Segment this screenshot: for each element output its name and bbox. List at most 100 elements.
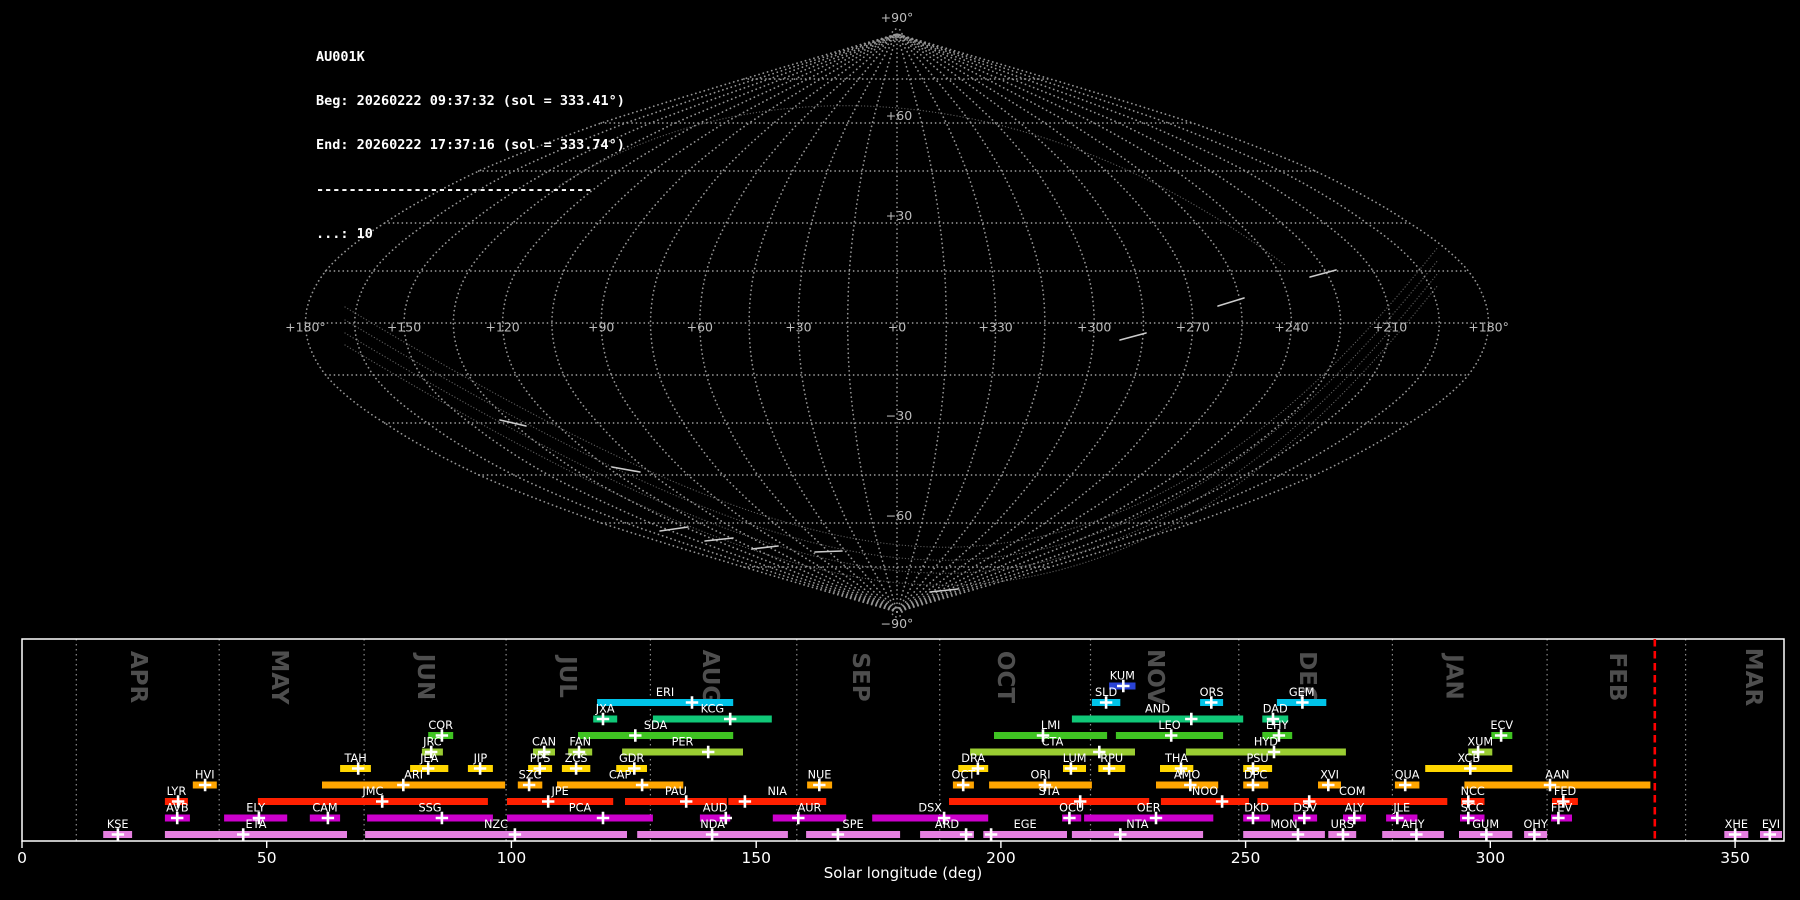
shower-bar-ETA <box>164 831 347 838</box>
lon-label-1: +150 <box>387 320 421 335</box>
shower-label-KUM: KUM <box>1110 670 1135 683</box>
shower-label-LUM: LUM <box>1063 752 1087 765</box>
shower-label-SDA: SDA <box>644 719 668 732</box>
shower-label-QUA: QUA <box>1395 769 1420 782</box>
shower-label-DAD: DAD <box>1263 703 1288 716</box>
header-divider: ---------------------------------- <box>316 181 593 198</box>
shower-label-ELY: ELY <box>246 802 265 815</box>
shower-bar-SDA <box>578 732 734 739</box>
x-tick-label-250: 250 <box>1231 849 1261 867</box>
south-pole-label: −90° <box>881 616 914 631</box>
shower-label-JPE: JPE <box>550 785 568 798</box>
shower-label-ORI: ORI <box>1030 769 1050 782</box>
lon-label-11: +210 <box>1373 320 1407 335</box>
shower-label-MON: MON <box>1270 818 1297 831</box>
lon-label-0: +180° <box>285 320 326 335</box>
shower-bar-SSG <box>367 814 493 822</box>
shower-label-NZC: NZC <box>484 818 508 831</box>
shower-label-SSG: SSG <box>418 802 441 815</box>
shower-label-XUM: XUM <box>1467 736 1493 749</box>
shower-label-XHE: XHE <box>1725 818 1748 831</box>
plot-canvas: AU001K Beg: 20260222 09:37:32 (sol = 333… <box>0 0 1800 900</box>
shower-label-NTA: NTA <box>1126 818 1148 831</box>
shower-label-JEA: JEA <box>419 752 438 765</box>
lon-label-10: +240 <box>1274 320 1308 335</box>
lat-label-0: +60 <box>886 108 912 123</box>
obs-end-line: End: 20260222 17:37:16 (sol = 333.74°) <box>316 137 625 154</box>
lat-label-3: −60 <box>886 508 912 523</box>
month-label-MAR: MAR <box>1740 648 1766 707</box>
lon-label-9: +270 <box>1176 320 1210 335</box>
shower-label-EGE: EGE <box>1014 818 1037 831</box>
month-label-FEB: FEB <box>1604 653 1630 702</box>
shower-bar-NOO <box>1160 798 1249 805</box>
shower-bar-STA <box>949 798 1150 805</box>
shower-label-URS: URS <box>1331 818 1354 831</box>
month-label-SEP: SEP <box>847 652 873 701</box>
radiant-drift-mark <box>751 545 779 550</box>
shower-label-AUD: AUD <box>703 802 728 815</box>
shower-label-COR: COR <box>428 719 453 732</box>
shower-label-ZCS: ZCS <box>565 752 588 765</box>
peak-marker-EGE <box>984 828 998 841</box>
x-tick-label-50: 50 <box>257 849 277 867</box>
shower-label-DKD: DKD <box>1244 802 1269 815</box>
lon-label-12: +180° <box>1468 320 1509 335</box>
radiant-drift-mark <box>1217 297 1245 307</box>
shower-label-HVI: HVI <box>195 769 215 782</box>
x-ticks-group <box>21 841 1736 848</box>
x-tick-label-100: 100 <box>497 849 527 867</box>
shower-label-PER: PER <box>672 736 694 749</box>
shower-label-XCB: XCB <box>1458 752 1481 765</box>
peak-marker-ERI <box>685 696 699 709</box>
shower-label-ARI: ARI <box>404 769 423 782</box>
radiant-drift-mark <box>611 466 641 473</box>
shower-bar-DSX <box>872 814 989 822</box>
shower-label-EVI: EVI <box>1762 818 1780 831</box>
header-info: AU001K Beg: 20260222 09:37:32 (sol = 333… <box>316 20 625 272</box>
shower-label-OER: OER <box>1137 802 1161 815</box>
shower-bar-AUR <box>772 814 847 822</box>
x-tick-label-200: 200 <box>986 849 1016 867</box>
shower-label-EHY: EHY <box>1266 719 1289 732</box>
shower-label-NDA: NDA <box>700 818 725 831</box>
peak-marker-NIA <box>738 795 752 808</box>
shower-label-SZC: SZC <box>519 769 542 782</box>
peak-marker-KCG <box>724 712 737 726</box>
shower-label-CAM: CAM <box>312 802 337 815</box>
shower-label-ERI: ERI <box>656 686 674 699</box>
radiant-drift-mark <box>1309 269 1337 278</box>
shower-label-RPU: RPU <box>1100 752 1123 765</box>
shower-label-HYD: HYD <box>1254 736 1278 749</box>
shower-label-KCG: KCG <box>701 703 724 716</box>
shower-label-TAH: TAH <box>343 752 366 765</box>
month-label-NOV: NOV <box>1142 649 1168 705</box>
shower-label-NIA: NIA <box>767 785 787 798</box>
shower-label-LEO: LEO <box>1158 719 1180 732</box>
shower-label-SCC: SCC <box>1461 802 1484 815</box>
shower-label-GUM: GUM <box>1472 818 1499 831</box>
shower-label-ARD: ARD <box>935 818 960 831</box>
shower-bar-OER <box>1084 814 1214 822</box>
shower-label-AVB: AVB <box>166 802 188 815</box>
meteor-activity-plot: +180° +150 +120 +90 +60 +30 +0 +330 +300 +270 +240… <box>17 10 1785 882</box>
shower-label-GEM: GEM <box>1289 686 1315 699</box>
shower-bar-SPE <box>806 831 901 838</box>
grid-meridian <box>896 33 1391 613</box>
shower-label-NCC: NCC <box>1461 785 1485 798</box>
shower-label-THA: THA <box>1164 752 1188 765</box>
drift-marks-group <box>499 269 1337 593</box>
lon-label-2: +120 <box>485 320 519 335</box>
shower-label-AAN: AAN <box>1545 769 1569 782</box>
shower-label-KSE: KSE <box>107 818 129 831</box>
shower-label-FAN: FAN <box>569 736 591 749</box>
shower-label-JLE: JLE <box>1392 802 1410 815</box>
shower-label-NUE: NUE <box>808 769 832 782</box>
peak-marker-PER <box>702 745 715 759</box>
shower-label-SPE: SPE <box>843 818 864 831</box>
lon-label-6: +0 <box>888 320 906 335</box>
shower-label-CTA: CTA <box>1042 736 1064 749</box>
lon-label-7: +330 <box>978 320 1012 335</box>
month-labels-group: APR MAY JUN JUL AUG SEP OCT NOV DEC JAN FEB MAR <box>125 648 1766 707</box>
x-tick-label-300: 300 <box>1476 849 1506 867</box>
